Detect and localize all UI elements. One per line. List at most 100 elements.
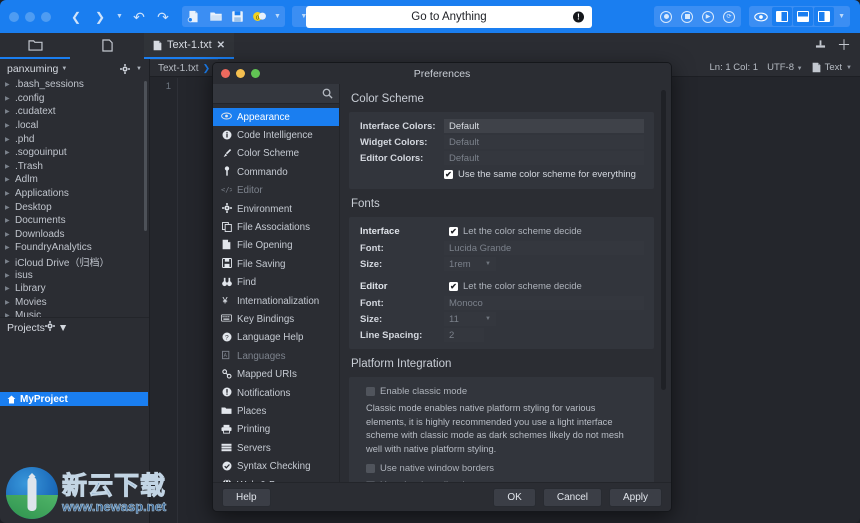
preferences-category-languages[interactable]: A Languages bbox=[213, 347, 339, 365]
preferences-category-editor[interactable]: </> Editor bbox=[213, 182, 339, 200]
file-tree[interactable]: ▶ .bash_sessions ▶ .config ▶ .cudatext ▶ .local… bbox=[0, 78, 149, 318]
tools-icon[interactable] bbox=[814, 38, 827, 52]
preferences-category-color-scheme[interactable]: Color Scheme bbox=[213, 145, 339, 163]
apply-button[interactable]: Apply bbox=[608, 487, 662, 507]
repeat-circle-icon[interactable]: ⟳ bbox=[719, 7, 739, 26]
file-tree-item[interactable]: ▶ .local bbox=[0, 119, 149, 133]
category-search-input[interactable] bbox=[213, 84, 339, 104]
chevron-right-icon[interactable]: ▶ bbox=[5, 95, 15, 102]
editor-font-value[interactable]: Monoco bbox=[444, 296, 644, 310]
chevron-down-icon[interactable]: ▼ bbox=[485, 261, 491, 267]
close-icon[interactable]: ✕ bbox=[217, 40, 225, 51]
preferences-category-printing[interactable]: Printing bbox=[213, 421, 339, 439]
redo-arrow-icon[interactable]: ↷ bbox=[152, 6, 174, 27]
encoding-selector[interactable]: UTF-8 ▼ bbox=[767, 62, 803, 73]
editor-colors-value[interactable]: Default bbox=[444, 151, 644, 165]
language-selector[interactable]: Text ▼ bbox=[812, 62, 852, 73]
new-file-icon[interactable] bbox=[183, 6, 205, 27]
chevron-right-icon[interactable]: ▶ bbox=[5, 176, 15, 183]
interface-font-value[interactable]: Lucida Grande bbox=[444, 241, 644, 255]
preferences-category-servers[interactable]: Servers bbox=[213, 439, 339, 457]
line-spacing-input[interactable]: 2 bbox=[444, 328, 484, 342]
cancel-button[interactable]: Cancel bbox=[542, 487, 602, 507]
tab-places[interactable] bbox=[0, 33, 70, 59]
chevron-down-icon[interactable]: ▼ bbox=[58, 322, 68, 334]
chevron-right-icon[interactable]: ▶ bbox=[5, 285, 15, 292]
interface-decide-row[interactable]: Interface ✔ Let the color scheme decide bbox=[349, 223, 654, 240]
preferences-category-file-associations[interactable]: File Associations bbox=[213, 218, 339, 236]
file-tree-item[interactable]: ▶ Movies bbox=[0, 296, 149, 310]
same-scheme-row[interactable]: ✔ Use the same color scheme for everythi… bbox=[349, 166, 654, 183]
undo-arrow-icon[interactable]: ↶ bbox=[128, 6, 150, 27]
file-tree-item[interactable]: ▶ iCloud Drive（归档） bbox=[0, 255, 149, 269]
minimize-window-button[interactable] bbox=[25, 11, 35, 22]
tab-text-1-txt[interactable]: Text-1.txt ✕ bbox=[144, 33, 235, 59]
eye-icon[interactable] bbox=[751, 7, 771, 26]
preferences-category-places[interactable]: Places bbox=[213, 402, 339, 420]
pane-left-icon[interactable] bbox=[772, 7, 793, 26]
interface-decide-checkbox[interactable]: ✔ bbox=[449, 227, 458, 236]
editor-tab-text-1-txt[interactable]: Text-1.txt ❯ bbox=[150, 59, 219, 76]
open-folder-icon[interactable] bbox=[205, 6, 227, 27]
file-tree-item[interactable]: ▶ isus bbox=[0, 268, 149, 282]
debug-chevron-down-icon[interactable]: ▼ bbox=[271, 13, 284, 20]
chevron-right-icon[interactable]: ▶ bbox=[5, 136, 15, 143]
back-icon[interactable]: ❮ bbox=[65, 6, 87, 27]
preferences-category-syntax-checking[interactable]: Syntax Checking bbox=[213, 457, 339, 475]
record-circle-icon[interactable] bbox=[656, 7, 676, 26]
preferences-category-language-help[interactable]: ? Language Help bbox=[213, 329, 339, 347]
close-window-button[interactable] bbox=[9, 11, 19, 22]
preferences-category-notifications[interactable]: Notifications bbox=[213, 384, 339, 402]
chevron-right-icon[interactable]: ▶ bbox=[5, 108, 15, 115]
chevron-down-icon[interactable]: ▼ bbox=[797, 66, 803, 72]
file-tree-item[interactable]: ▶ .config bbox=[0, 92, 149, 106]
file-tree-scrollbar[interactable] bbox=[144, 81, 147, 231]
editor-decide-row[interactable]: Editor ✔ Let the color scheme decide bbox=[349, 278, 654, 295]
chevron-down-icon[interactable]: ▼ bbox=[113, 13, 126, 20]
projects-header[interactable]: Projects ▼ bbox=[0, 317, 149, 337]
chevron-right-icon[interactable]: ▶ bbox=[5, 81, 15, 88]
file-tree-item[interactable]: ▶ Documents bbox=[0, 214, 149, 228]
file-tree-item[interactable]: ▶ Adlm bbox=[0, 173, 149, 187]
editor-decide-checkbox[interactable]: ✔ bbox=[449, 282, 458, 291]
plus-icon[interactable]: ＋ bbox=[837, 38, 851, 52]
editor-size-select[interactable]: 11 ▼ bbox=[444, 312, 496, 326]
file-tree-item[interactable]: ▶ Desktop bbox=[0, 200, 149, 214]
goto-anything-input[interactable]: Go to Anything ! bbox=[306, 6, 592, 28]
chevron-down-icon[interactable]: ▼ bbox=[61, 66, 67, 72]
chevron-right-icon[interactable]: ▶ bbox=[5, 258, 15, 265]
chevron-right-icon[interactable]: ▶ bbox=[5, 204, 15, 211]
file-tree-item[interactable]: ▶ FoundryAnalytics bbox=[0, 241, 149, 255]
file-tree-item[interactable]: ▶ .phd bbox=[0, 132, 149, 146]
file-tree-item[interactable]: ▶ Applications bbox=[0, 187, 149, 201]
preferences-category-file-saving[interactable]: File Saving bbox=[213, 255, 339, 273]
preferences-category-find[interactable]: Find bbox=[213, 274, 339, 292]
projects-gear-button[interactable]: ▼ bbox=[44, 321, 68, 334]
preferences-category-key-bindings[interactable]: Key Bindings bbox=[213, 310, 339, 328]
preferences-category-internationalization[interactable]: ¥ Internationalization bbox=[213, 292, 339, 310]
native-borders-checkbox[interactable]: ✔ bbox=[366, 464, 375, 473]
preferences-category-appearance[interactable]: Appearance bbox=[213, 108, 339, 127]
file-tree-item[interactable]: ▶ .sogouinput bbox=[0, 146, 149, 160]
project-item-myproject[interactable]: MyProject bbox=[0, 392, 148, 406]
places-header[interactable]: panxuming ▼ ▼ bbox=[0, 59, 149, 78]
chevron-down-icon[interactable]: ▼ bbox=[846, 65, 852, 71]
info-icon[interactable]: ! bbox=[573, 11, 584, 23]
pane-bottom-icon[interactable] bbox=[793, 7, 814, 26]
chevron-right-icon[interactable]: ▶ bbox=[5, 231, 15, 238]
chevron-down-icon[interactable]: ▼ bbox=[136, 66, 142, 72]
minimize-window-button[interactable] bbox=[236, 69, 245, 78]
preferences-content-scrollbar[interactable] bbox=[661, 90, 666, 390]
zoom-window-button[interactable] bbox=[41, 11, 51, 22]
zoom-window-button[interactable] bbox=[251, 69, 260, 78]
save-disk-icon[interactable] bbox=[227, 6, 249, 27]
chevron-right-icon[interactable]: ▶ bbox=[5, 163, 15, 170]
interface-colors-value[interactable]: Default bbox=[444, 119, 644, 133]
preferences-category-mapped-uris[interactable]: Mapped URIs bbox=[213, 365, 339, 383]
interface-size-select[interactable]: 1rem ▼ bbox=[444, 257, 496, 271]
file-tree-item[interactable]: ▶ .bash_sessions bbox=[0, 78, 149, 92]
chevron-down-icon[interactable]: ▼ bbox=[485, 316, 491, 322]
preferences-category-code-intelligence[interactable]: Code Intelligence bbox=[213, 126, 339, 144]
file-tree-item[interactable]: ▶ .cudatext bbox=[0, 105, 149, 119]
file-tree-item[interactable]: ▶ .Trash bbox=[0, 160, 149, 174]
